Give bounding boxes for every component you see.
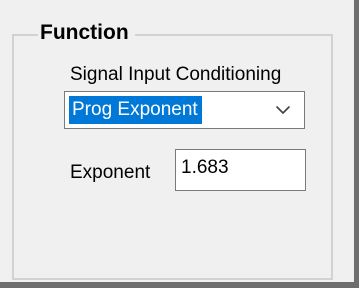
window-edge-right bbox=[354, 0, 359, 288]
exponent-input[interactable]: 1.683 bbox=[175, 149, 306, 191]
signal-input-conditioning-dropdown[interactable]: Prog Exponent bbox=[64, 91, 305, 129]
signal-input-conditioning-label: Signal Input Conditioning bbox=[70, 64, 282, 85]
dropdown-selected-value: Prog Exponent bbox=[69, 96, 202, 124]
exponent-label: Exponent bbox=[70, 162, 151, 183]
function-panel: Function Signal Input Conditioning Prog … bbox=[0, 0, 359, 288]
function-group-title: Function bbox=[38, 20, 135, 46]
chevron-down-icon[interactable] bbox=[267, 96, 299, 124]
window-edge-bottom bbox=[0, 282, 359, 288]
exponent-input-value: 1.683 bbox=[181, 157, 229, 178]
